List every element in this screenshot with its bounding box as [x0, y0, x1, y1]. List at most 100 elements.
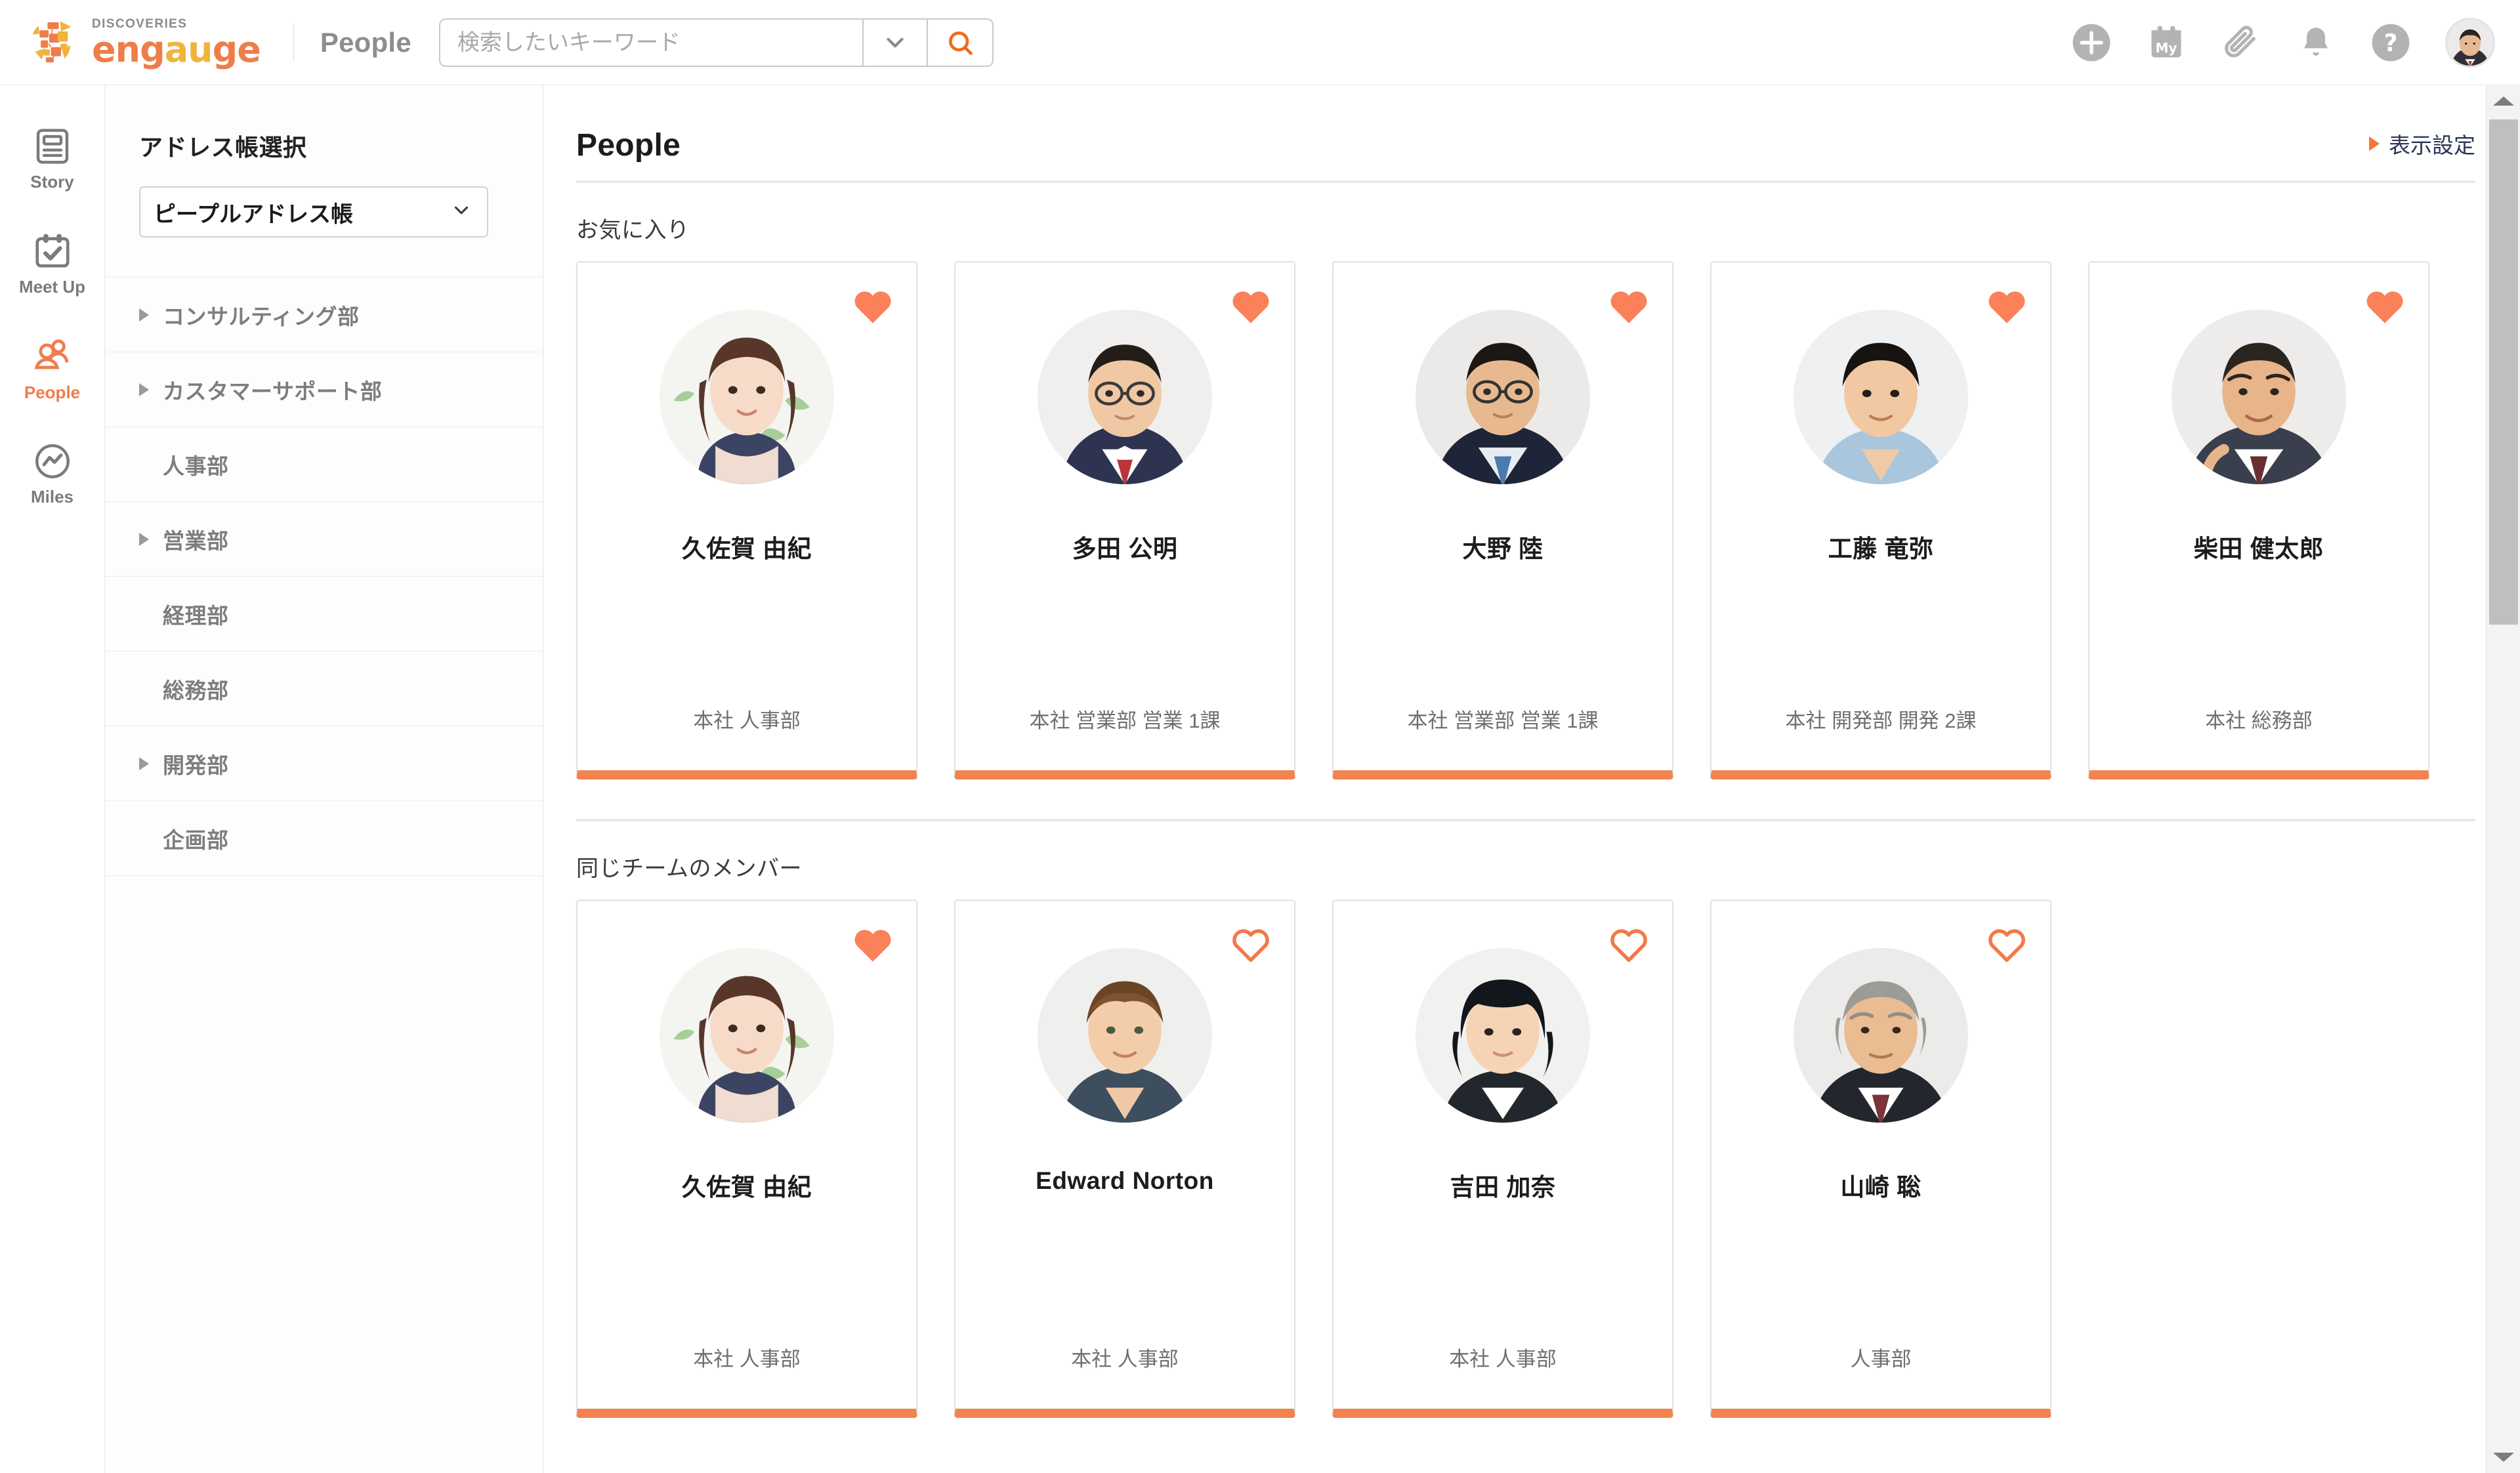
favorite-heart-filled-icon[interactable] — [852, 285, 894, 327]
miles-chart-icon — [35, 444, 70, 478]
scroll-up-button[interactable] — [2487, 85, 2520, 117]
avatar-senior-man-gray-hair — [1794, 948, 1968, 1123]
expand-triangle-icon — [139, 532, 149, 546]
favorite-heart-filled-icon[interactable] — [2364, 285, 2406, 327]
department-row[interactable]: 総務部 — [105, 652, 543, 726]
people-icon — [34, 339, 68, 369]
rail-item-people-label: People — [24, 382, 81, 402]
search-input[interactable] — [440, 19, 862, 66]
rail-item-miles-label: Miles — [30, 486, 74, 507]
help-button[interactable]: ? — [2370, 22, 2411, 63]
person-card[interactable]: Edward Norton 本社 人事部 — [954, 900, 1295, 1418]
left-nav-rail: Story Meet Up People Miles — [0, 85, 105, 1473]
department-row[interactable]: 企画部 — [105, 801, 543, 876]
app-name: People — [320, 26, 411, 58]
user-avatar[interactable] — [2445, 17, 2495, 68]
scroll-thumb[interactable] — [2489, 119, 2518, 625]
department-label: 総務部 — [163, 678, 229, 703]
department-row[interactable]: 開発部 — [105, 726, 543, 801]
help-icon: ? — [2372, 24, 2410, 61]
department-row[interactable]: 経理部 — [105, 577, 543, 652]
team-card-grid: 久佐賀 由紀 本社 人事部 Edward Norton 本社 人事部 吉田 加奈… — [543, 900, 2500, 1418]
rail-item-story[interactable]: Story — [0, 106, 105, 211]
favorite-heart-filled-icon[interactable] — [852, 923, 894, 965]
person-card[interactable]: 山崎 聡 人事部 — [1710, 900, 2051, 1418]
person-card[interactable]: 柴田 健太郎 本社 総務部 — [2088, 261, 2429, 779]
person-name: 吉田 加奈 — [1450, 1174, 1556, 1201]
avatar-woman-brown-hair — [660, 310, 834, 484]
department-label: 経理部 — [163, 603, 229, 628]
department-list: コンサルティング部 カスタマーサポート部 人事部 営業部 経理部 総務部 開発部… — [105, 277, 543, 876]
add-icon — [2072, 24, 2110, 61]
person-card[interactable]: 工藤 竜弥 本社 開発部 開発 2課 — [1710, 261, 2051, 779]
notification-button[interactable] — [2296, 22, 2336, 63]
story-icon — [36, 129, 68, 163]
display-setting-link[interactable]: 表示設定 — [2369, 128, 2475, 159]
scroll-down-arrow-icon — [2493, 1453, 2514, 1462]
rail-item-people[interactable]: People — [0, 316, 105, 421]
search-options-dropdown[interactable] — [862, 19, 927, 66]
expand-triangle-icon — [139, 757, 149, 770]
main-content: People 表示設定 お気に入り 久佐賀 由紀 本社 人事部 多田 公明 本社… — [543, 85, 2500, 1473]
person-name: Edward Norton — [1036, 1167, 1214, 1194]
department-row[interactable]: コンサルティング部 — [105, 278, 543, 352]
person-card[interactable]: 久佐賀 由紀 本社 人事部 — [576, 261, 917, 779]
page-header: People 表示設定 — [543, 127, 2500, 163]
rail-item-story-label: Story — [30, 171, 74, 192]
department-row[interactable]: 人事部 — [105, 427, 543, 502]
brand-wordmark: engauge — [92, 28, 261, 70]
notification-bell-icon — [2303, 27, 2328, 56]
rail-item-miles[interactable]: Miles — [0, 421, 105, 526]
person-avatar — [1038, 310, 1212, 484]
avatar-man-western-brown-hair — [1038, 948, 1212, 1123]
department-label: コンサルティング部 — [163, 304, 360, 329]
chevron-down-icon — [887, 37, 904, 47]
person-name: 大野 陸 — [1462, 535, 1544, 562]
address-book-sidebar: アドレス帳選択 ピープルアドレス帳 コンサルティング部 カスタマーサポート部 人… — [105, 85, 543, 1473]
favorite-heart-outline-icon[interactable] — [1608, 923, 1650, 965]
person-card[interactable]: 多田 公明 本社 営業部 営業 1課 — [954, 261, 1295, 779]
section-divider — [576, 819, 2475, 821]
rail-item-meetup[interactable]: Meet Up — [0, 211, 105, 316]
address-book-title: アドレス帳選択 — [139, 134, 307, 161]
meetup-calendar-check-icon — [35, 234, 70, 268]
person-avatar — [1416, 948, 1590, 1123]
svg-text:?: ? — [2384, 28, 2398, 56]
person-avatar — [2172, 310, 2346, 484]
avatar-man-glasses-navy-suit — [1416, 310, 1590, 484]
person-avatar — [1794, 948, 1968, 1123]
department-label: カスタマーサポート部 — [163, 379, 383, 404]
scroll-down-button[interactable] — [2487, 1442, 2520, 1473]
address-book-select[interactable]: ピープルアドレス帳 — [139, 186, 488, 238]
header-divider — [576, 180, 2475, 183]
expand-triangle-icon — [139, 383, 149, 396]
person-card[interactable]: 久佐賀 由紀 本社 人事部 — [576, 900, 917, 1418]
search-submit-button[interactable] — [926, 19, 992, 66]
expand-triangle-icon — [139, 308, 149, 322]
department-label: 開発部 — [163, 753, 229, 778]
my-calendar-button[interactable]: My — [2146, 22, 2187, 63]
svg-text:My: My — [2156, 40, 2177, 56]
page-title: People — [576, 128, 681, 163]
favorite-heart-filled-icon[interactable] — [1986, 285, 2028, 327]
favorite-heart-outline-icon[interactable] — [1230, 923, 1272, 965]
person-department: 本社 開発部 開発 2課 — [1785, 709, 1977, 732]
department-row[interactable]: 営業部 — [105, 502, 543, 577]
person-name: 久佐賀 由紀 — [681, 535, 812, 562]
department-row[interactable]: カスタマーサポート部 — [105, 352, 543, 427]
favorite-heart-filled-icon[interactable] — [1230, 285, 1272, 327]
rail-item-meetup-label: Meet Up — [18, 276, 86, 297]
favorite-heart-filled-icon[interactable] — [1608, 285, 1650, 327]
avatar-man-glasses-suit — [1038, 310, 1212, 484]
person-department: 本社 人事部 — [1449, 1348, 1557, 1371]
attachment-button[interactable] — [2221, 22, 2261, 63]
avatar-woman-black-bob — [1416, 948, 1590, 1123]
add-button[interactable] — [2071, 22, 2112, 63]
person-card[interactable]: 大野 陸 本社 営業部 営業 1課 — [1332, 261, 1673, 779]
person-department: 本社 総務部 — [2205, 709, 2313, 732]
vertical-scrollbar[interactable] — [2486, 85, 2520, 1473]
person-card[interactable]: 吉田 加奈 本社 人事部 — [1332, 900, 1673, 1418]
brand-logo[interactable]: DISCOVERIES engauge — [25, 14, 261, 71]
favorite-heart-outline-icon[interactable] — [1986, 923, 2028, 965]
section-title-favorites: お気に入り — [576, 218, 690, 243]
